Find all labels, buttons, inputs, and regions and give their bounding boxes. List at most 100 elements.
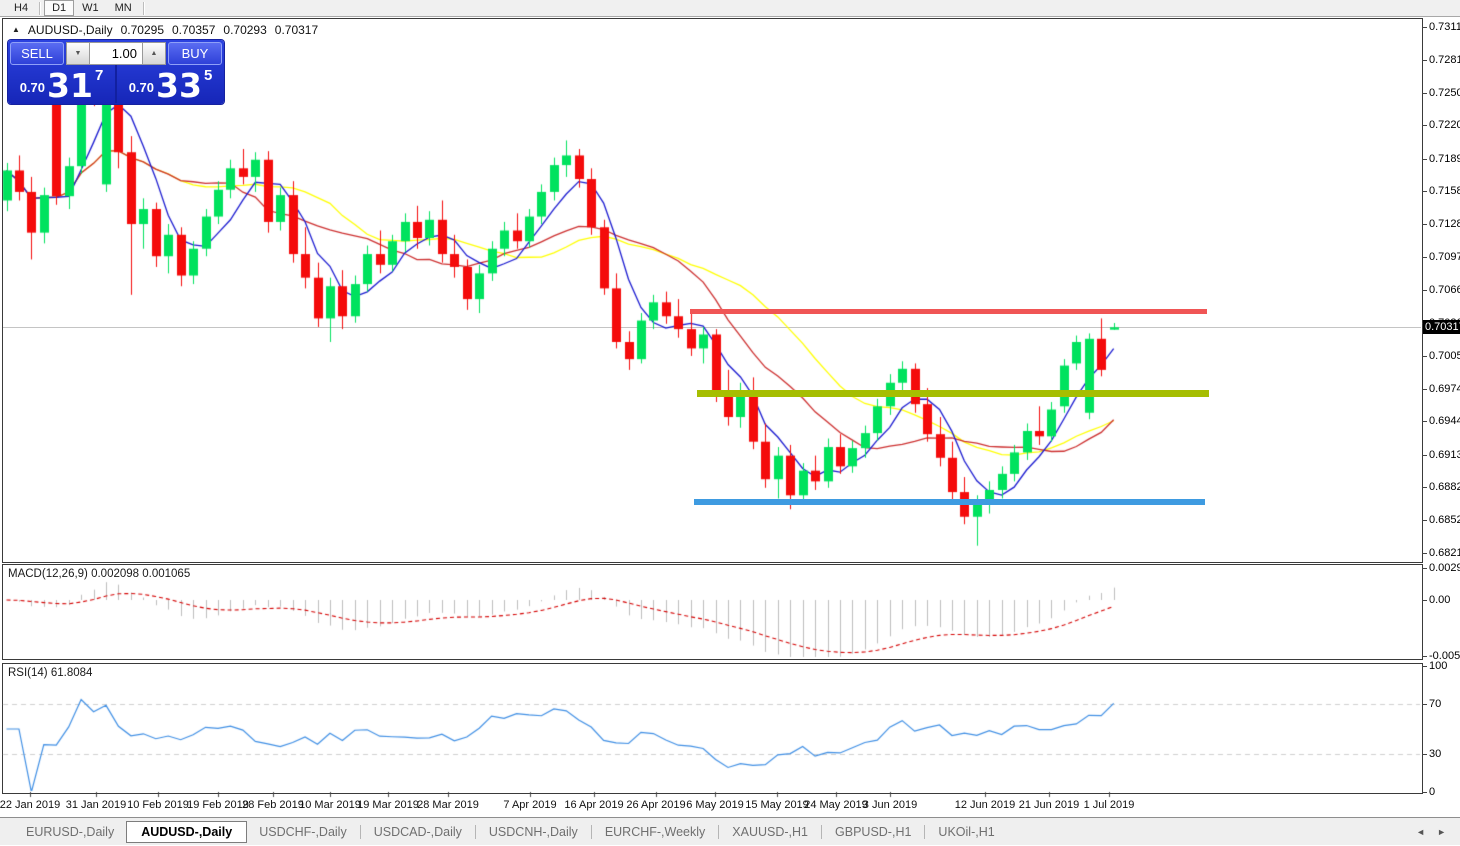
date-axis-label: 15 May 2019 — [745, 799, 809, 811]
chart-tab-gbpusd[interactable]: GBPUSD-,H1 — [823, 821, 923, 843]
chart-tab-xauusd[interactable]: XAUUSD-,H1 — [720, 821, 820, 843]
date-axis-label: 24 May 2019 — [804, 799, 868, 811]
rsi-axis-label: 30 — [1429, 748, 1441, 760]
rsi-axis-label: 70 — [1429, 698, 1441, 710]
buy-price-prefix: 0.70 — [129, 80, 154, 95]
ohlc-high: 0.70357 — [172, 23, 215, 37]
price-axis-label: 0.69745 — [1429, 383, 1460, 395]
price-axis-label: 0.72810 — [1429, 54, 1460, 66]
tab-scroll-left-icon[interactable]: ◄ — [1416, 827, 1425, 837]
buy-price-pip: 5 — [204, 67, 212, 84]
volume-up-icon[interactable]: ▲ — [142, 42, 166, 65]
date-axis-label: 21 Jun 2019 — [1019, 799, 1080, 811]
sell-price-big: 31 — [47, 72, 93, 99]
axis-tick — [1422, 60, 1427, 61]
price-axis-label: 0.69440 — [1429, 415, 1460, 427]
axis-tick — [1422, 792, 1427, 793]
axis-tick — [1422, 191, 1427, 192]
chart-tab-eurusd[interactable]: EURUSD-,Daily — [14, 821, 126, 843]
mid-support-line[interactable] — [697, 390, 1209, 397]
support-line[interactable] — [694, 499, 1205, 505]
date-axis-label: 6 May 2019 — [686, 799, 743, 811]
axis-tick — [1422, 93, 1427, 94]
tab-separator — [475, 825, 476, 839]
tab-separator — [821, 825, 822, 839]
axis-tick — [1422, 656, 1427, 657]
sell-price-display[interactable]: 0.70 31 7 — [8, 65, 115, 103]
date-axis-label: 1 Jul 2019 — [1084, 799, 1135, 811]
ohlc-close: 0.70317 — [275, 23, 318, 37]
axis-tick — [1422, 356, 1427, 357]
tab-separator — [360, 825, 361, 839]
one-click-trade-widget: SELL ▼ 1.00 ▲ BUY 0.70 31 7 0.70 33 5 — [8, 40, 224, 104]
price-axis-label: 0.72505 — [1429, 87, 1460, 99]
chart-tab-usdcad[interactable]: USDCAD-,Daily — [362, 821, 474, 843]
axis-tick — [1422, 159, 1427, 160]
sell-price-prefix: 0.70 — [20, 80, 45, 95]
chart-canvas[interactable] — [0, 0, 1460, 845]
axis-tick — [1422, 666, 1427, 667]
tab-scroll-right-icon[interactable]: ► — [1437, 827, 1446, 837]
symbol-ohlc-header: ▲ AUDUSD-,Daily 0.70295 0.70357 0.70293 … — [12, 23, 318, 37]
buy-price-big: 33 — [156, 72, 202, 99]
date-axis-label: 19 Mar 2019 — [357, 799, 419, 811]
timeframe-button-w1[interactable]: W1 — [74, 0, 107, 16]
volume-stepper: ▼ 1.00 ▲ — [66, 42, 166, 65]
macd-axis-label: 0.002984 — [1429, 562, 1460, 574]
date-axis-label: 22 Jan 2019 — [0, 799, 60, 811]
chart-tab-usdcnh[interactable]: USDCNH-,Daily — [477, 821, 590, 843]
price-axis-label: 0.70970 — [1429, 251, 1460, 263]
chart-tab-bar: EURUSD-,DailyAUDUSD-,DailyUSDCHF-,DailyU… — [0, 817, 1460, 845]
rsi-axis-label: 0 — [1429, 786, 1435, 798]
date-axis-label: 31 Jan 2019 — [66, 799, 127, 811]
axis-tick — [1422, 553, 1427, 554]
axis-tick — [1422, 600, 1427, 601]
date-axis-label: 7 Apr 2019 — [503, 799, 556, 811]
price-axis-label: 0.69130 — [1429, 449, 1460, 461]
toolbar-separator — [143, 2, 145, 15]
date-axis-label: 28 Mar 2019 — [417, 799, 479, 811]
axis-tick — [1422, 421, 1427, 422]
sell-button[interactable]: SELL — [10, 42, 64, 65]
date-axis-label: 12 Jun 2019 — [955, 799, 1016, 811]
date-axis-label: 26 Apr 2019 — [626, 799, 685, 811]
price-axis-label: 0.73115 — [1429, 21, 1460, 33]
price-axis-label: 0.71585 — [1429, 185, 1460, 197]
chart-tab-eurchf[interactable]: EURCHF-,Weekly — [593, 821, 717, 843]
sell-price-pip: 7 — [95, 67, 103, 84]
buy-price-display[interactable]: 0.70 33 5 — [115, 65, 224, 103]
date-axis-label: 19 Feb 2019 — [187, 799, 249, 811]
symbol-name: AUDUSD-,Daily — [28, 23, 113, 37]
volume-input[interactable]: 1.00 — [90, 42, 142, 65]
date-axis-label: 3 Jun 2019 — [863, 799, 917, 811]
chart-tab-usdchf[interactable]: USDCHF-,Daily — [247, 821, 359, 843]
axis-tick — [1422, 27, 1427, 28]
macd-label: MACD(12,26,9) 0.002098 0.001065 — [8, 568, 190, 580]
axis-tick — [1422, 704, 1427, 705]
collapse-icon[interactable]: ▲ — [12, 25, 20, 35]
macd-axis-label: 0.00 — [1429, 594, 1450, 606]
axis-tick — [1422, 389, 1427, 390]
tab-separator — [718, 825, 719, 839]
timeframe-button-d1[interactable]: D1 — [44, 0, 74, 16]
current-price-tag: 0.70317 — [1423, 320, 1460, 334]
timeframe-button-mn[interactable]: MN — [107, 0, 140, 16]
chart-tab-ukoil[interactable]: UKOil-,H1 — [926, 821, 1006, 843]
date-axis-label: 28 Feb 2019 — [242, 799, 304, 811]
price-axis-label: 0.72200 — [1429, 119, 1460, 131]
axis-tick — [1422, 257, 1427, 258]
axis-tick — [1422, 290, 1427, 291]
axis-tick — [1422, 125, 1427, 126]
price-axis-label: 0.70050 — [1429, 350, 1460, 362]
resistance-line[interactable] — [690, 309, 1207, 314]
date-axis-label: 10 Mar 2019 — [299, 799, 361, 811]
chart-tab-audusd[interactable]: AUDUSD-,Daily — [126, 821, 247, 843]
price-axis-label: 0.68210 — [1429, 547, 1460, 559]
price-axis-label: 0.70665 — [1429, 284, 1460, 296]
rsi-label: RSI(14) 61.8084 — [8, 667, 92, 679]
timeframe-button-h4[interactable]: H4 — [6, 0, 36, 16]
date-axis-label: 10 Feb 2019 — [127, 799, 189, 811]
buy-button[interactable]: BUY — [168, 42, 222, 65]
axis-tick — [1422, 455, 1427, 456]
volume-down-icon[interactable]: ▼ — [66, 42, 90, 65]
